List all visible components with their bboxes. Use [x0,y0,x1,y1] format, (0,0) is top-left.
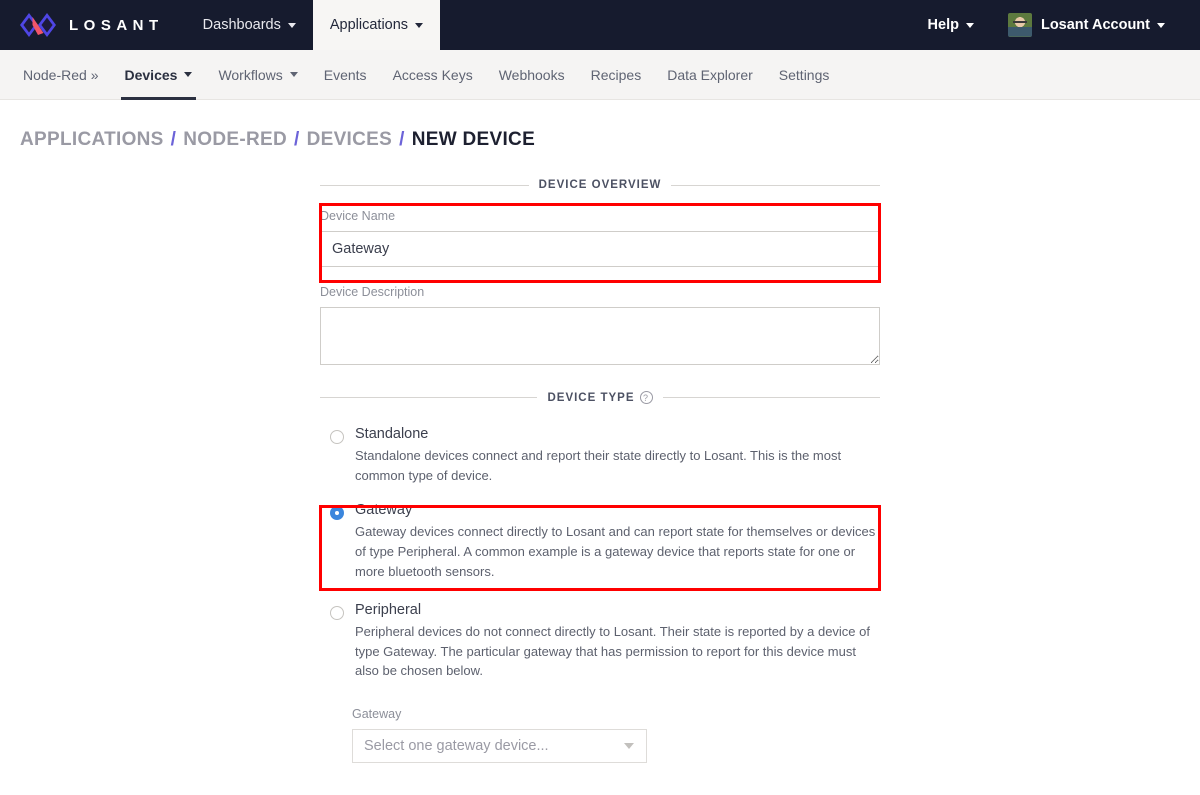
device-description-field: Device Description [320,285,880,365]
subnav-item-node-red[interactable]: Node-Red » [10,50,112,100]
radio-peripheral-title[interactable]: Peripheral [355,602,880,619]
divider-right [671,184,881,186]
divider-right [662,397,880,398]
radio-standalone-title[interactable]: Standalone [355,426,880,443]
breadcrumb-separator: / [294,129,300,150]
user-avatar [1007,13,1032,37]
help-menu[interactable]: Help [911,17,991,33]
subnav-item-events[interactable]: Events [311,50,380,100]
radio-standalone-description: Standalone devices connect and report th… [355,448,842,484]
new-device-form: DEVICE OVERVIEW Device Name Device Descr… [319,179,881,764]
device-type-option-peripheral[interactable]: Peripheral Peripheral devices do not con… [320,592,880,692]
gateway-select-field: Gateway Select one gateway device... [352,707,647,764]
account-label: Losant Account [1040,17,1150,33]
breadcrumb-item-new-device: NEW DEVICE [411,129,536,150]
chevron-down-icon [965,22,974,28]
top-nav-applications-label: Applications [329,17,409,33]
radio-peripheral-description: Peripheral devices do not connect direct… [355,623,870,679]
radio-standalone[interactable] [330,430,344,444]
help-label: Help [927,17,959,33]
brand[interactable]: LOSANT [0,0,186,50]
device-name-label: Device Name [320,209,396,223]
losant-infinity-logo [20,13,56,37]
gateway-select[interactable]: Select one gateway device... [352,729,647,764]
radio-peripheral[interactable] [330,605,344,620]
chevron-down-icon [1157,22,1165,28]
chevron-down-icon [624,743,634,750]
subnav-item-workflows[interactable]: Workflows [205,50,310,100]
subnav-item-label: Access Keys [392,66,473,83]
subnav-item-devices[interactable]: Devices [112,50,206,100]
subnav-item-label: Webhooks [498,66,565,83]
subnav-item-recipes[interactable]: Recipes [578,50,655,100]
device-overview-section-header: DEVICE OVERVIEW [320,179,881,191]
chevron-down-icon [287,22,296,28]
chevron-down-icon [184,72,193,77]
subnav-item-label: Events [323,66,367,83]
device-type-section-header: DEVICE TYPE ? [320,391,880,404]
device-type-option-gateway[interactable]: Gateway Gateway devices connect directly… [320,496,880,592]
top-nav-dashboards-label: Dashboards [202,17,281,33]
radio-gateway-title[interactable]: Gateway [355,502,880,519]
subnav-item-label: Node-Red » [23,66,99,83]
subnav-item-data-explorer[interactable]: Data Explorer [654,50,766,100]
subnav-item-settings[interactable]: Settings [766,50,843,100]
subnav-item-label: Data Explorer [667,66,753,83]
subnav-item-webhooks[interactable]: Webhooks [486,50,578,100]
subnav-item-label: Settings [778,66,830,83]
breadcrumb-separator: / [399,129,405,150]
device-name-input[interactable] [320,231,880,267]
gateway-select-placeholder: Select one gateway device... [364,738,549,755]
subnav-item-label: Devices [124,66,178,83]
chevron-down-icon [289,72,298,77]
divider-left [320,397,538,398]
top-bar-right: Help Losant Account [911,0,1200,50]
subnav-item-access-keys[interactable]: Access Keys [380,50,486,100]
top-navigation-bar: LOSANT Dashboards Applications Help Losa… [0,0,1200,50]
breadcrumb-separator: / [170,129,177,150]
question-mark-icon[interactable]: ? [639,391,653,404]
device-type-title: DEVICE TYPE [547,391,635,404]
breadcrumb-item-applications[interactable]: APPLICATIONS [20,129,164,151]
breadcrumb-item-devices[interactable]: DEVICES [307,129,393,151]
application-sub-navigation: Node-Red » Devices Workflows Events Acce… [0,50,1200,100]
account-menu[interactable]: Losant Account [991,13,1182,37]
device-description-label: Device Description [320,285,425,299]
radio-gateway[interactable] [330,505,344,520]
top-nav-applications[interactable]: Applications [312,0,441,50]
top-nav-items: Dashboards Applications [186,0,441,50]
breadcrumb: APPLICATIONS / NODE-RED / DEVICES / NEW … [0,100,1200,151]
device-description-textarea[interactable] [320,307,880,365]
subnav-item-label: Recipes [590,66,642,83]
top-nav-dashboards[interactable]: Dashboards [186,0,313,50]
device-name-field: Device Name [320,209,880,267]
radio-gateway-description: Gateway devices connect directly to Losa… [355,524,876,579]
subnav-item-label: Workflows [218,66,283,83]
brand-name: LOSANT [69,16,164,34]
device-type-radio-group: Standalone Standalone devices connect an… [320,420,880,764]
device-overview-title: DEVICE OVERVIEW [538,179,662,191]
gateway-select-label: Gateway [352,707,402,722]
divider-left [320,184,529,186]
chevron-down-icon [415,22,424,28]
breadcrumb-item-node-red[interactable]: NODE-RED [183,129,287,151]
device-type-option-standalone[interactable]: Standalone Standalone devices connect an… [320,420,880,496]
